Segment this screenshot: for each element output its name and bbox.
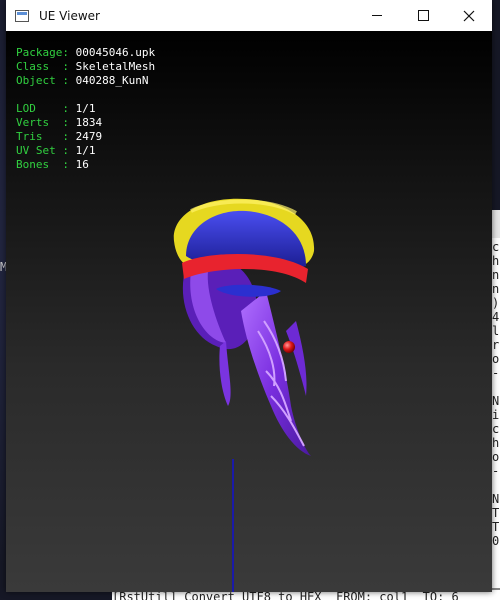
info-bones-value: 16 [75,158,89,171]
title-bar[interactable]: UE Viewer [6,0,492,31]
3d-viewport[interactable]: Package: 00045046.upk Class : SkeletalMe… [6,31,492,592]
info-uvset-row: UV Set : 1/1 [16,144,155,158]
info-lod-key: LOD : [16,102,76,115]
close-icon [463,10,475,21]
maximize-button[interactable] [400,0,446,31]
ue-viewer-window[interactable]: UE Viewer Package: 00045046.upk Class : … [6,0,492,592]
minimize-button[interactable] [354,0,400,31]
info-class-value: SkeletalMesh [75,60,156,73]
mesh-info-overlay: Package: 00045046.upk Class : SkeletalMe… [16,46,155,172]
info-package-value: 00045046.upk [75,46,156,59]
info-tris-value: 2479 [75,130,103,143]
background-console-text: c h n n ) 4 l r o - N i c h o - N T T 0 [492,240,500,548]
axis-line [232,459,234,592]
info-verts-key: Verts : [16,116,76,129]
info-package-row: Package: 00045046.upk [16,46,155,60]
info-lod-value: 1/1 [75,102,96,115]
screen: M c h n n ) 4 l r o - N i c h o - N T T … [0,0,500,600]
info-tris-key: Tris : [16,130,76,143]
info-bones-key: Bones : [16,158,76,171]
info-object-value: 040288_KunN [75,74,149,87]
info-verts-row: Verts : 1834 [16,116,155,130]
window-title: UE Viewer [39,8,100,23]
info-class-row: Class : SkeletalMesh [16,60,155,74]
hair-and-hat-mesh [173,198,315,456]
close-button[interactable] [446,0,492,31]
info-uvset-value: 1/1 [75,144,96,157]
app-window-icon [15,9,29,22]
info-verts-value: 1834 [75,116,103,129]
skeletal-mesh-model[interactable] [146,171,346,465]
info-lod-row: LOD : 1/1 [16,102,155,116]
info-object-row: Object : 040288_KunN [16,74,155,88]
info-object-key: Object : [16,74,76,87]
info-class-key: Class : [16,60,76,73]
info-bones-row: Bones : 16 [16,158,155,172]
info-package-key: Package: [16,46,76,59]
info-tris-row: Tris : 2479 [16,130,155,144]
info-uvset-key: UV Set : [16,144,76,157]
